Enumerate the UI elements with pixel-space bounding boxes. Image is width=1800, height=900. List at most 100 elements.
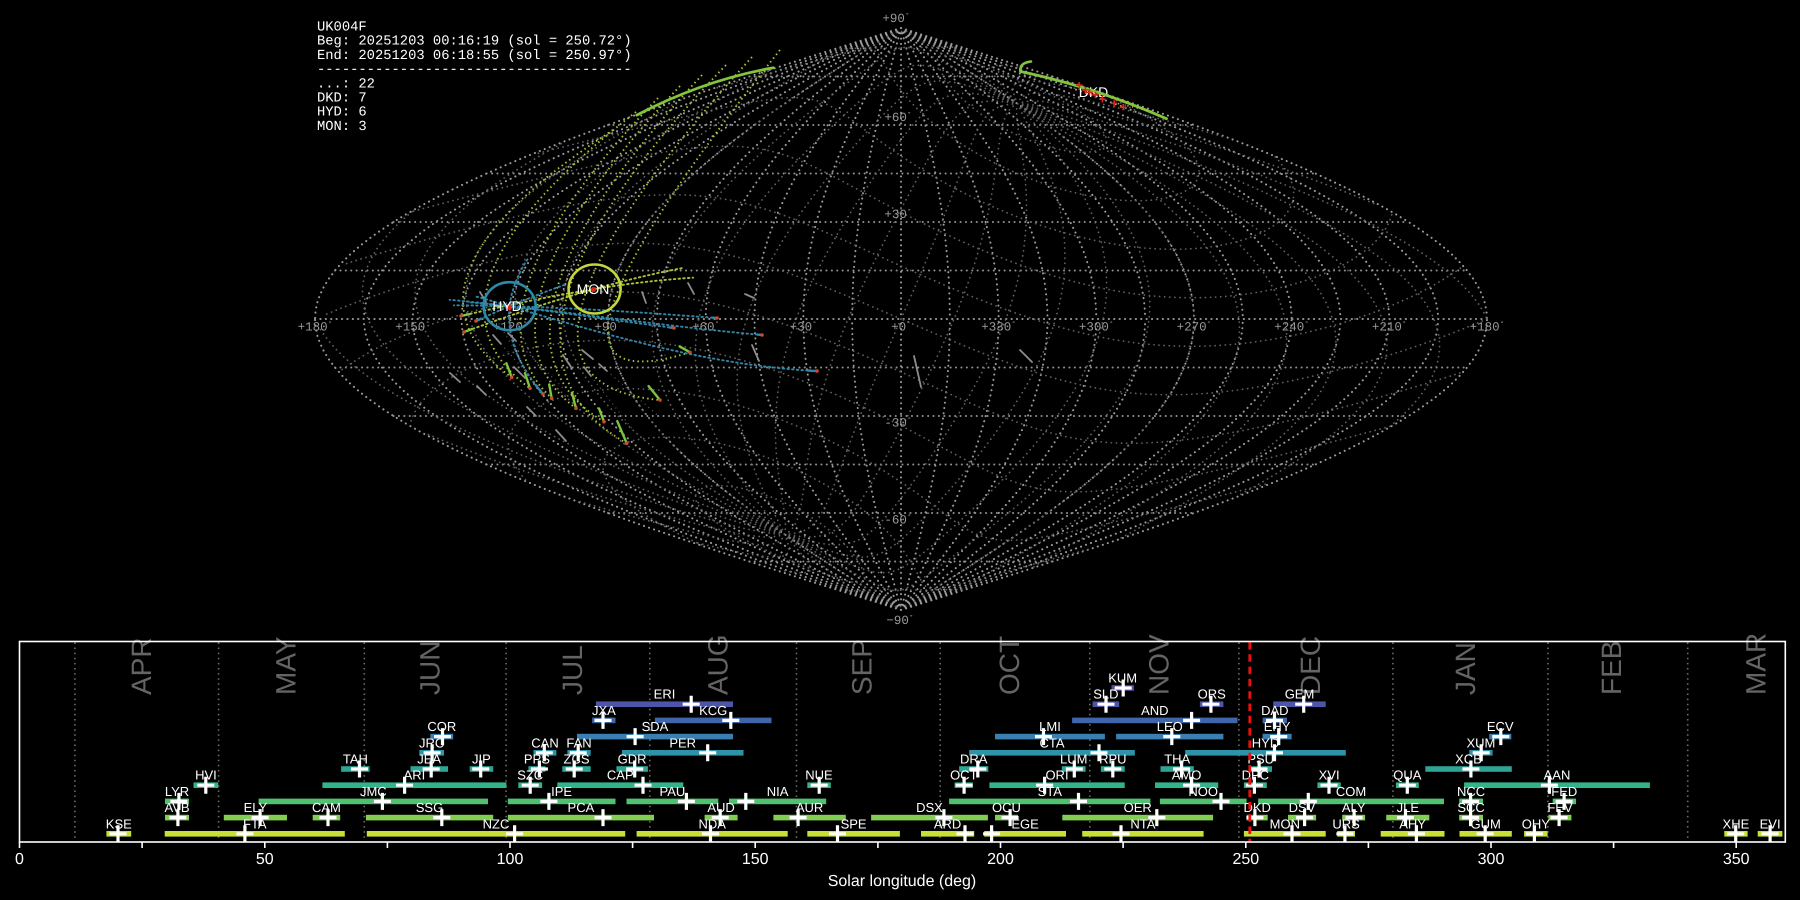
- svg-text:FEB: FEB: [1596, 641, 1627, 695]
- svg-text:SEP: SEP: [847, 639, 878, 695]
- svg-text:ARI: ARI: [404, 768, 426, 783]
- svg-text:JEA: JEA: [417, 752, 441, 767]
- svg-text:PER: PER: [669, 735, 696, 750]
- svg-text:JRC: JRC: [419, 735, 444, 750]
- svg-text:RPU: RPU: [1099, 752, 1126, 767]
- svg-text:JLE: JLE: [1397, 800, 1420, 815]
- svg-text:LEO: LEO: [1157, 719, 1183, 734]
- svg-text:Beg: 20251203 00:16:19 (sol =: Beg: 20251203 00:16:19 (sol = 250.72°): [317, 35, 632, 50]
- svg-text:+150˚: +150˚: [395, 321, 430, 335]
- svg-text:+330˚: +330˚: [981, 321, 1016, 335]
- svg-text:JUN: JUN: [415, 641, 446, 695]
- svg-text:COM: COM: [1336, 784, 1366, 799]
- svg-text:FTA: FTA: [243, 816, 267, 831]
- svg-text:JIP: JIP: [472, 752, 491, 767]
- svg-text:100: 100: [497, 851, 524, 868]
- svg-text:ORI: ORI: [1045, 768, 1068, 783]
- svg-text:EGE: EGE: [1011, 816, 1039, 831]
- svg-text:NCC: NCC: [1457, 784, 1485, 799]
- svg-text:HYD: HYD: [492, 298, 522, 314]
- svg-text:NUE: NUE: [805, 768, 833, 783]
- svg-text:QUA: QUA: [1393, 768, 1422, 783]
- svg-text:JAN: JAN: [1450, 642, 1481, 695]
- svg-text:+90˚: +90˚: [882, 12, 909, 26]
- svg-text:SLD: SLD: [1093, 687, 1118, 702]
- svg-text:ALY: ALY: [1342, 800, 1366, 815]
- svg-text:LYR: LYR: [165, 784, 189, 799]
- svg-text:OCT: OCT: [994, 636, 1025, 695]
- svg-text:ECV: ECV: [1487, 719, 1514, 734]
- svg-text:ZCS: ZCS: [564, 752, 590, 767]
- svg-text:KCG: KCG: [699, 703, 727, 718]
- svg-text:DAD: DAD: [1261, 703, 1288, 718]
- svg-text:MON: 3: MON: 3: [317, 120, 367, 135]
- svg-text:DKD: DKD: [1243, 800, 1270, 815]
- svg-text:AUG: AUG: [702, 634, 733, 695]
- svg-text:XUM: XUM: [1466, 735, 1495, 750]
- svg-text:SPE: SPE: [841, 816, 867, 831]
- svg-text:+0˚: +0˚: [891, 321, 911, 335]
- svg-text:FED: FED: [1551, 784, 1577, 799]
- svg-text:DPC: DPC: [1242, 768, 1269, 783]
- svg-text:CTA: CTA: [1039, 735, 1064, 750]
- svg-text:250: 250: [1232, 851, 1259, 868]
- svg-text:+30˚: +30˚: [884, 208, 911, 222]
- svg-text:XHE: XHE: [1723, 816, 1750, 831]
- svg-text:FAN: FAN: [566, 735, 591, 750]
- svg-text:APR: APR: [126, 637, 157, 695]
- svg-text:AMO: AMO: [1172, 768, 1202, 783]
- svg-text:OCU: OCU: [992, 800, 1021, 815]
- svg-text:JXA: JXA: [592, 703, 616, 718]
- svg-text:+210˚: +210˚: [1372, 321, 1407, 335]
- svg-text:AUR: AUR: [796, 800, 823, 815]
- svg-text:OER: OER: [1124, 800, 1152, 815]
- svg-text:ORS: ORS: [1198, 687, 1227, 702]
- svg-text:0: 0: [15, 851, 24, 868]
- svg-text:DSV: DSV: [1289, 800, 1316, 815]
- svg-text:+240˚: +240˚: [1274, 321, 1309, 335]
- svg-text:NTA: NTA: [1130, 816, 1155, 831]
- svg-text:ELY: ELY: [244, 800, 268, 815]
- svg-text:OCT: OCT: [950, 768, 978, 783]
- svg-text:...: 22: ...: 22: [317, 77, 375, 92]
- svg-text:EVI: EVI: [1760, 816, 1781, 831]
- svg-text:AND: AND: [1141, 703, 1168, 718]
- svg-text:MON: MON: [577, 281, 610, 297]
- svg-text:200: 200: [987, 851, 1014, 868]
- svg-text:AAN: AAN: [1544, 768, 1571, 783]
- svg-text:SDA: SDA: [642, 719, 669, 734]
- svg-text:End: 20251203 06:18:55 (sol =: End: 20251203 06:18:55 (sol = 250.97°): [317, 49, 632, 64]
- svg-text:XCB: XCB: [1455, 752, 1482, 767]
- svg-text:FEV: FEV: [1547, 800, 1573, 815]
- svg-text:COR: COR: [427, 719, 456, 734]
- svg-text:CAN: CAN: [531, 735, 558, 750]
- svg-text:150: 150: [742, 851, 769, 868]
- svg-text:AUD: AUD: [707, 800, 734, 815]
- svg-text:PAU: PAU: [660, 784, 686, 799]
- svg-text:Solar longitude (deg): Solar longitude (deg): [828, 873, 977, 890]
- svg-text:THA: THA: [1164, 752, 1190, 767]
- svg-text:GEM: GEM: [1285, 687, 1315, 702]
- svg-text:NOV: NOV: [1143, 634, 1174, 695]
- svg-text:------------------------------: --------------------------------------: [317, 63, 632, 78]
- svg-text:SCC: SCC: [1457, 800, 1484, 815]
- svg-text:DKD: 7: DKD: 7: [317, 92, 367, 107]
- svg-text:PSU: PSU: [1247, 752, 1274, 767]
- svg-text:JUL: JUL: [557, 645, 588, 695]
- svg-text:JMC: JMC: [360, 784, 387, 799]
- svg-text:GDR: GDR: [618, 752, 647, 767]
- svg-text:SSG: SSG: [416, 800, 443, 815]
- svg-text:OHY: OHY: [1522, 816, 1551, 831]
- svg-text:LMI: LMI: [1039, 719, 1061, 734]
- svg-text:DRA: DRA: [960, 752, 988, 767]
- svg-text:URS: URS: [1332, 816, 1360, 831]
- svg-text:ARD: ARD: [934, 816, 961, 831]
- svg-text:IPE: IPE: [551, 784, 572, 799]
- svg-text:−90˚: −90˚: [886, 614, 913, 628]
- svg-text:HVI: HVI: [195, 768, 217, 783]
- svg-text:KSE: KSE: [106, 816, 132, 831]
- svg-text:350: 350: [1723, 851, 1750, 868]
- svg-text:NDA: NDA: [698, 816, 726, 831]
- svg-text:50: 50: [256, 851, 274, 868]
- svg-text:NOO: NOO: [1188, 784, 1218, 799]
